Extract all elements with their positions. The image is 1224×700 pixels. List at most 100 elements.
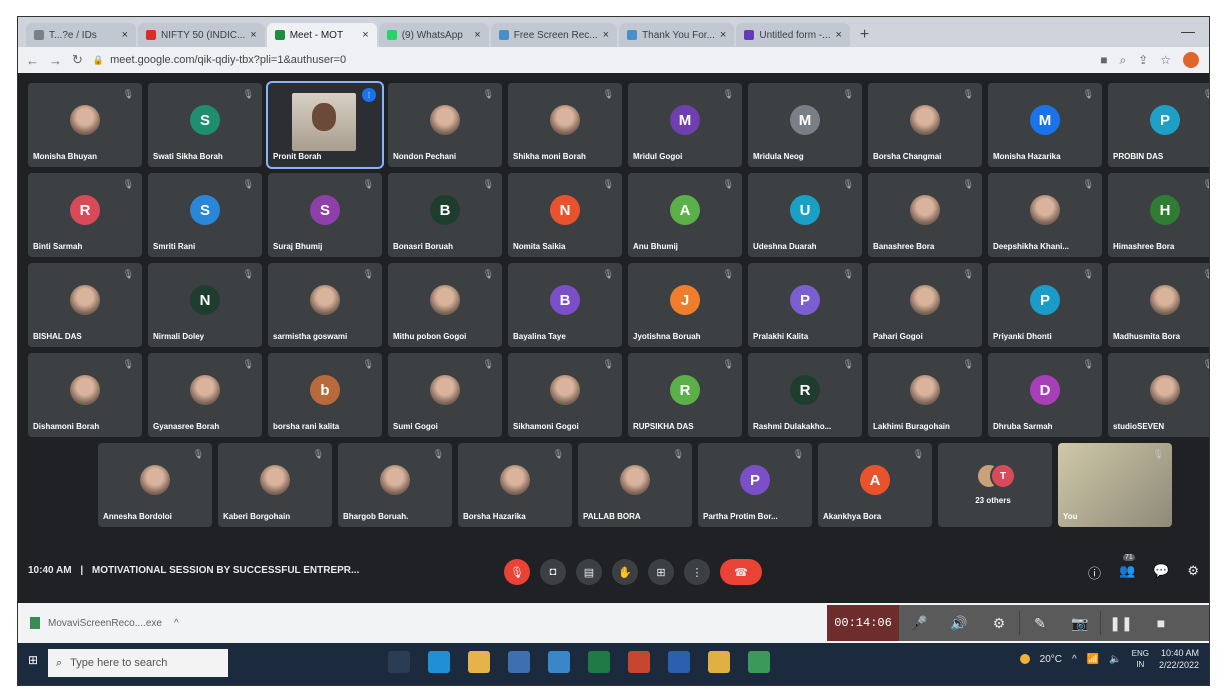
participant-tile[interactable]: N 🎙 Nomita Saikia <box>508 173 622 257</box>
tab-close-icon[interactable]: × <box>362 29 368 41</box>
participant-tile[interactable]: 🎙 Nondon Pechani <box>388 83 502 167</box>
participant-tile[interactable]: 🎙 Borsha Changmai <box>868 83 982 167</box>
participant-tile[interactable]: P 🎙 Pralakhi Kalita <box>748 263 862 347</box>
profile-avatar[interactable] <box>1183 52 1199 68</box>
participant-tile[interactable]: 🎙 Banashree Bora <box>868 173 982 257</box>
activities-icon[interactable]: ⚙ <box>1187 563 1199 582</box>
microphone-icon[interactable]: 🎤 <box>899 615 939 632</box>
participant-tile[interactable]: R 🎙 Binti Sarmah <box>28 173 142 257</box>
participant-tile[interactable]: H 🎙 Himashree Bora <box>1108 173 1209 257</box>
participant-tile[interactable]: 🎙 Deepshikha Khani... <box>988 173 1102 257</box>
participant-tile[interactable]: R 🎙 RUPSIKHA DAS <box>628 353 742 437</box>
task-view-icon[interactable] <box>388 651 410 673</box>
others-tile[interactable]: T 23 others <box>938 443 1052 527</box>
language-indicator[interactable]: ENG IN <box>1132 648 1149 670</box>
more-options-button[interactable]: ⋮ <box>684 559 710 585</box>
participant-tile[interactable]: S 🎙 Smriti Rani <box>148 173 262 257</box>
participant-tile[interactable]: M 🎙 Monisha Hazarika <box>988 83 1102 167</box>
draw-pencil-icon[interactable]: ✎ <box>1020 615 1060 632</box>
taskbar-search-box[interactable]: ⌕ Type here to search <box>48 649 228 677</box>
participant-tile[interactable]: 🎙 Sikhamoni Gogoi <box>508 353 622 437</box>
participant-tile[interactable]: A 🎙 Anu Bhumij <box>628 173 742 257</box>
network-icon[interactable]: 📶 <box>1087 654 1099 665</box>
file-explorer-icon[interactable] <box>468 651 490 673</box>
browser-tab[interactable]: Free Screen Rec... × <box>490 23 618 47</box>
participant-tile[interactable]: S 🎙 Suraj Bhumij <box>268 173 382 257</box>
tab-close-icon[interactable]: × <box>603 29 609 41</box>
participant-tile[interactable]: S 🎙 Swati Sikha Borah <box>148 83 262 167</box>
mic-off-button[interactable]: 🎙 <box>504 559 530 585</box>
browser-tab[interactable]: (9) WhatsApp × <box>378 23 489 47</box>
mail-icon[interactable] <box>548 651 570 673</box>
participant-tile[interactable]: 🎙 Dishamoni Borah <box>28 353 142 437</box>
camera-indicator-icon[interactable]: ■ <box>1100 53 1107 67</box>
participant-tile[interactable]: 🎙 Shikha moni Borah <box>508 83 622 167</box>
participant-tile[interactable]: 🎙 Mithu pobon Gogoi <box>388 263 502 347</box>
participant-tile[interactable]: P 🎙 PROBIN DAS <box>1108 83 1209 167</box>
participant-tile[interactable]: M 🎙 Mridula Neog <box>748 83 862 167</box>
zoom-icon[interactable]: ⌕ <box>1119 53 1126 68</box>
browser-tab[interactable]: NIFTY 50 (INDIC... × <box>138 23 265 47</box>
participant-tile[interactable]: 🎙 Borsha Hazarika <box>458 443 572 527</box>
browser-tab[interactable]: Untitled form -... × <box>736 23 850 47</box>
participant-tile[interactable]: J 🎙 Jyotishna Boruah <box>628 263 742 347</box>
tab-close-icon[interactable]: × <box>720 29 726 41</box>
store-icon[interactable] <box>508 651 530 673</box>
recorder-app-icon[interactable] <box>748 651 770 673</box>
participant-tile[interactable]: 🎙 Kaberi Borgohain <box>218 443 332 527</box>
chat-icon[interactable]: 💬 <box>1153 563 1169 582</box>
excel-icon[interactable] <box>588 651 610 673</box>
powerpoint-icon[interactable] <box>628 651 650 673</box>
participant-tile[interactable]: R 🎙 Rashmi Dulakakho... <box>748 353 862 437</box>
meeting-details-icon[interactable]: ⓘ <box>1088 563 1101 582</box>
leave-call-button[interactable]: ☎ <box>720 559 762 585</box>
raise-hand-button[interactable]: ✋ <box>612 559 638 585</box>
forward-icon[interactable]: → <box>49 53 62 68</box>
participant-tile[interactable]: ⁞ Pronit Borah <box>266 81 384 169</box>
weather-temp[interactable]: 20°C <box>1040 654 1062 665</box>
screenshot-camera-icon[interactable]: 📷 <box>1060 615 1100 632</box>
back-icon[interactable]: ← <box>26 53 39 68</box>
stop-icon[interactable]: ■ <box>1141 615 1181 631</box>
participant-tile[interactable]: 🎙 PALLAB BORA <box>578 443 692 527</box>
participant-tile[interactable]: 🎙 Monisha Bhuyan <box>28 83 142 167</box>
participant-tile[interactable]: A 🎙 Akankhya Bora <box>818 443 932 527</box>
download-filename[interactable]: MovaviScreenReco....exe <box>48 618 162 629</box>
browser-tab[interactable]: Thank You For... × <box>619 23 735 47</box>
participant-tile[interactable]: U 🎙 Udeshna Duarah <box>748 173 862 257</box>
share-icon[interactable]: ⇪ <box>1138 53 1148 67</box>
participant-tile[interactable]: 🎙 Lakhimi Buragohain <box>868 353 982 437</box>
chrome-icon[interactable] <box>708 651 730 673</box>
participant-tile[interactable]: D 🎙 Dhruba Sarmah <box>988 353 1102 437</box>
tray-chevron-icon[interactable]: ^ <box>1072 654 1077 665</box>
participant-tile[interactable]: 🎙 Sumi Gogoi <box>388 353 502 437</box>
window-minimize-button[interactable]: — <box>1181 23 1195 39</box>
participant-tile[interactable]: 🎙 sarmistha goswami <box>268 263 382 347</box>
participant-tile[interactable]: b 🎙 borsha rani kalita <box>268 353 382 437</box>
participant-tile[interactable]: 🎙 Madhusmita Bora <box>1108 263 1209 347</box>
browser-tab[interactable]: T...?e / IDs × <box>26 23 136 47</box>
volume-icon[interactable]: 🔈 <box>1109 654 1121 665</box>
participant-tile[interactable]: B 🎙 Bayalina Taye <box>508 263 622 347</box>
url-field[interactable]: 🔒 meet.google.com/qik-qdiy-tbx?pli=1&auth… <box>93 54 346 66</box>
self-view-tile[interactable]: 🎙 You <box>1058 443 1172 527</box>
captions-button[interactable]: ▤ <box>576 559 602 585</box>
participant-tile[interactable]: 🎙 studioSEVEN <box>1108 353 1209 437</box>
participant-tile[interactable]: 🎙 BISHAL DAS <box>28 263 142 347</box>
settings-gear-icon[interactable]: ⚙ <box>979 615 1019 632</box>
edge-icon[interactable] <box>428 651 450 673</box>
participant-tile[interactable]: P 🎙 Partha Protim Bor... <box>698 443 812 527</box>
present-button[interactable]: ⊞ <box>648 559 674 585</box>
word-icon[interactable] <box>668 651 690 673</box>
people-icon[interactable]: 👥 71 <box>1119 554 1135 582</box>
tab-close-icon[interactable]: × <box>250 29 256 41</box>
participant-tile[interactable]: M 🎙 Mridul Gogoi <box>628 83 742 167</box>
camera-button[interactable]: ◘ <box>540 559 566 585</box>
system-audio-icon[interactable]: 🔊 <box>939 615 979 632</box>
participant-tile[interactable]: 🎙 Annesha Bordoloi <box>98 443 212 527</box>
participant-tile[interactable]: N 🎙 Nirmali Doley <box>148 263 262 347</box>
tab-close-icon[interactable]: × <box>474 29 480 41</box>
participant-tile[interactable]: 🎙 Bhargob Boruah. <box>338 443 452 527</box>
windows-start-icon[interactable]: ⊞ <box>28 653 42 667</box>
participant-tile[interactable]: P 🎙 Priyanki Dhonti <box>988 263 1102 347</box>
